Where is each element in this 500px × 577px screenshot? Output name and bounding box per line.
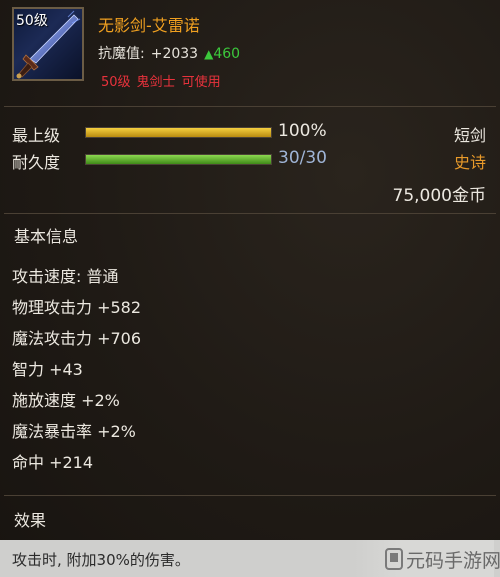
upgrade-value: 100% <box>278 121 327 141</box>
req-level: 50级 <box>101 75 131 90</box>
durability-bar <box>85 154 272 165</box>
attribute-list: 攻击速度: 普通 物理攻击力 +582 魔法攻击力 +706 智力 +43 施放… <box>12 266 141 483</box>
resist-label: 抗魔值: <box>98 46 145 62</box>
attr-cast-speed: 施放速度 +2% <box>12 391 120 410</box>
price: 75,000金币 <box>392 186 486 206</box>
attr-magic-crit: 魔法暴击率 +2% <box>12 422 136 441</box>
watermark: 元码手游网 <box>354 540 500 577</box>
upgrade-label: 最上级 <box>12 126 61 145</box>
resist-bonus: 460 <box>213 46 241 62</box>
req-usable: 可使用 <box>181 75 221 90</box>
divider <box>4 213 496 214</box>
effect-title: 效果 <box>14 511 47 530</box>
basic-info-title: 基本信息 <box>14 227 79 246</box>
attr-physical-attack: 物理攻击力 +582 <box>12 298 142 317</box>
durability-label: 耐久度 <box>12 153 61 172</box>
attr-magic-attack: 魔法攻击力 +706 <box>12 329 142 348</box>
upgrade-bar <box>85 127 272 138</box>
effect-text: 攻击时, 附加30%的伤害。 <box>12 551 190 569</box>
item-icon-frame[interactable]: 50级 <box>12 7 84 81</box>
watermark-logo-icon <box>385 548 403 570</box>
item-tooltip: 50级 无影剑-艾雷诺 抗魔值: +2033 ▲460 50级 鬼剑士 可使用 最上级 … <box>0 0 500 577</box>
item-name: 无影剑-艾雷诺 <box>98 16 200 35</box>
durability-bar-fill <box>86 155 271 164</box>
divider <box>4 495 496 496</box>
effect-bar: 攻击时, 附加30%的伤害。 元码手游网 <box>0 540 500 577</box>
resist-line: 抗魔值: +2033 ▲460 <box>98 43 240 63</box>
item-header: 50级 无影剑-艾雷诺 抗魔值: +2033 ▲460 50级 鬼剑士 可使用 <box>0 0 500 100</box>
rarity-label: 史诗 <box>453 153 486 172</box>
resist-value: +2033 <box>150 46 199 62</box>
weapon-type: 短剑 <box>453 126 486 145</box>
item-level-badge: 50级 <box>16 13 48 29</box>
up-arrow-icon: ▲ <box>204 47 214 61</box>
upgrade-bar-fill <box>86 128 271 137</box>
attr-intelligence: 智力 +43 <box>12 360 83 379</box>
divider <box>4 106 496 107</box>
requirements: 50级 鬼剑士 可使用 <box>101 71 227 90</box>
attr-attack-speed: 攻击速度: 普通 <box>12 267 119 286</box>
watermark-text: 元码手游网 <box>406 550 500 572</box>
attr-hit: 命中 +214 <box>12 453 94 472</box>
durability-value: 30/30 <box>278 148 327 168</box>
req-class: 鬼剑士 <box>136 75 176 90</box>
upgrade-row: 最上级 100% 短剑 <box>0 120 500 145</box>
durability-row: 耐久度 30/30 史诗 <box>0 147 500 172</box>
